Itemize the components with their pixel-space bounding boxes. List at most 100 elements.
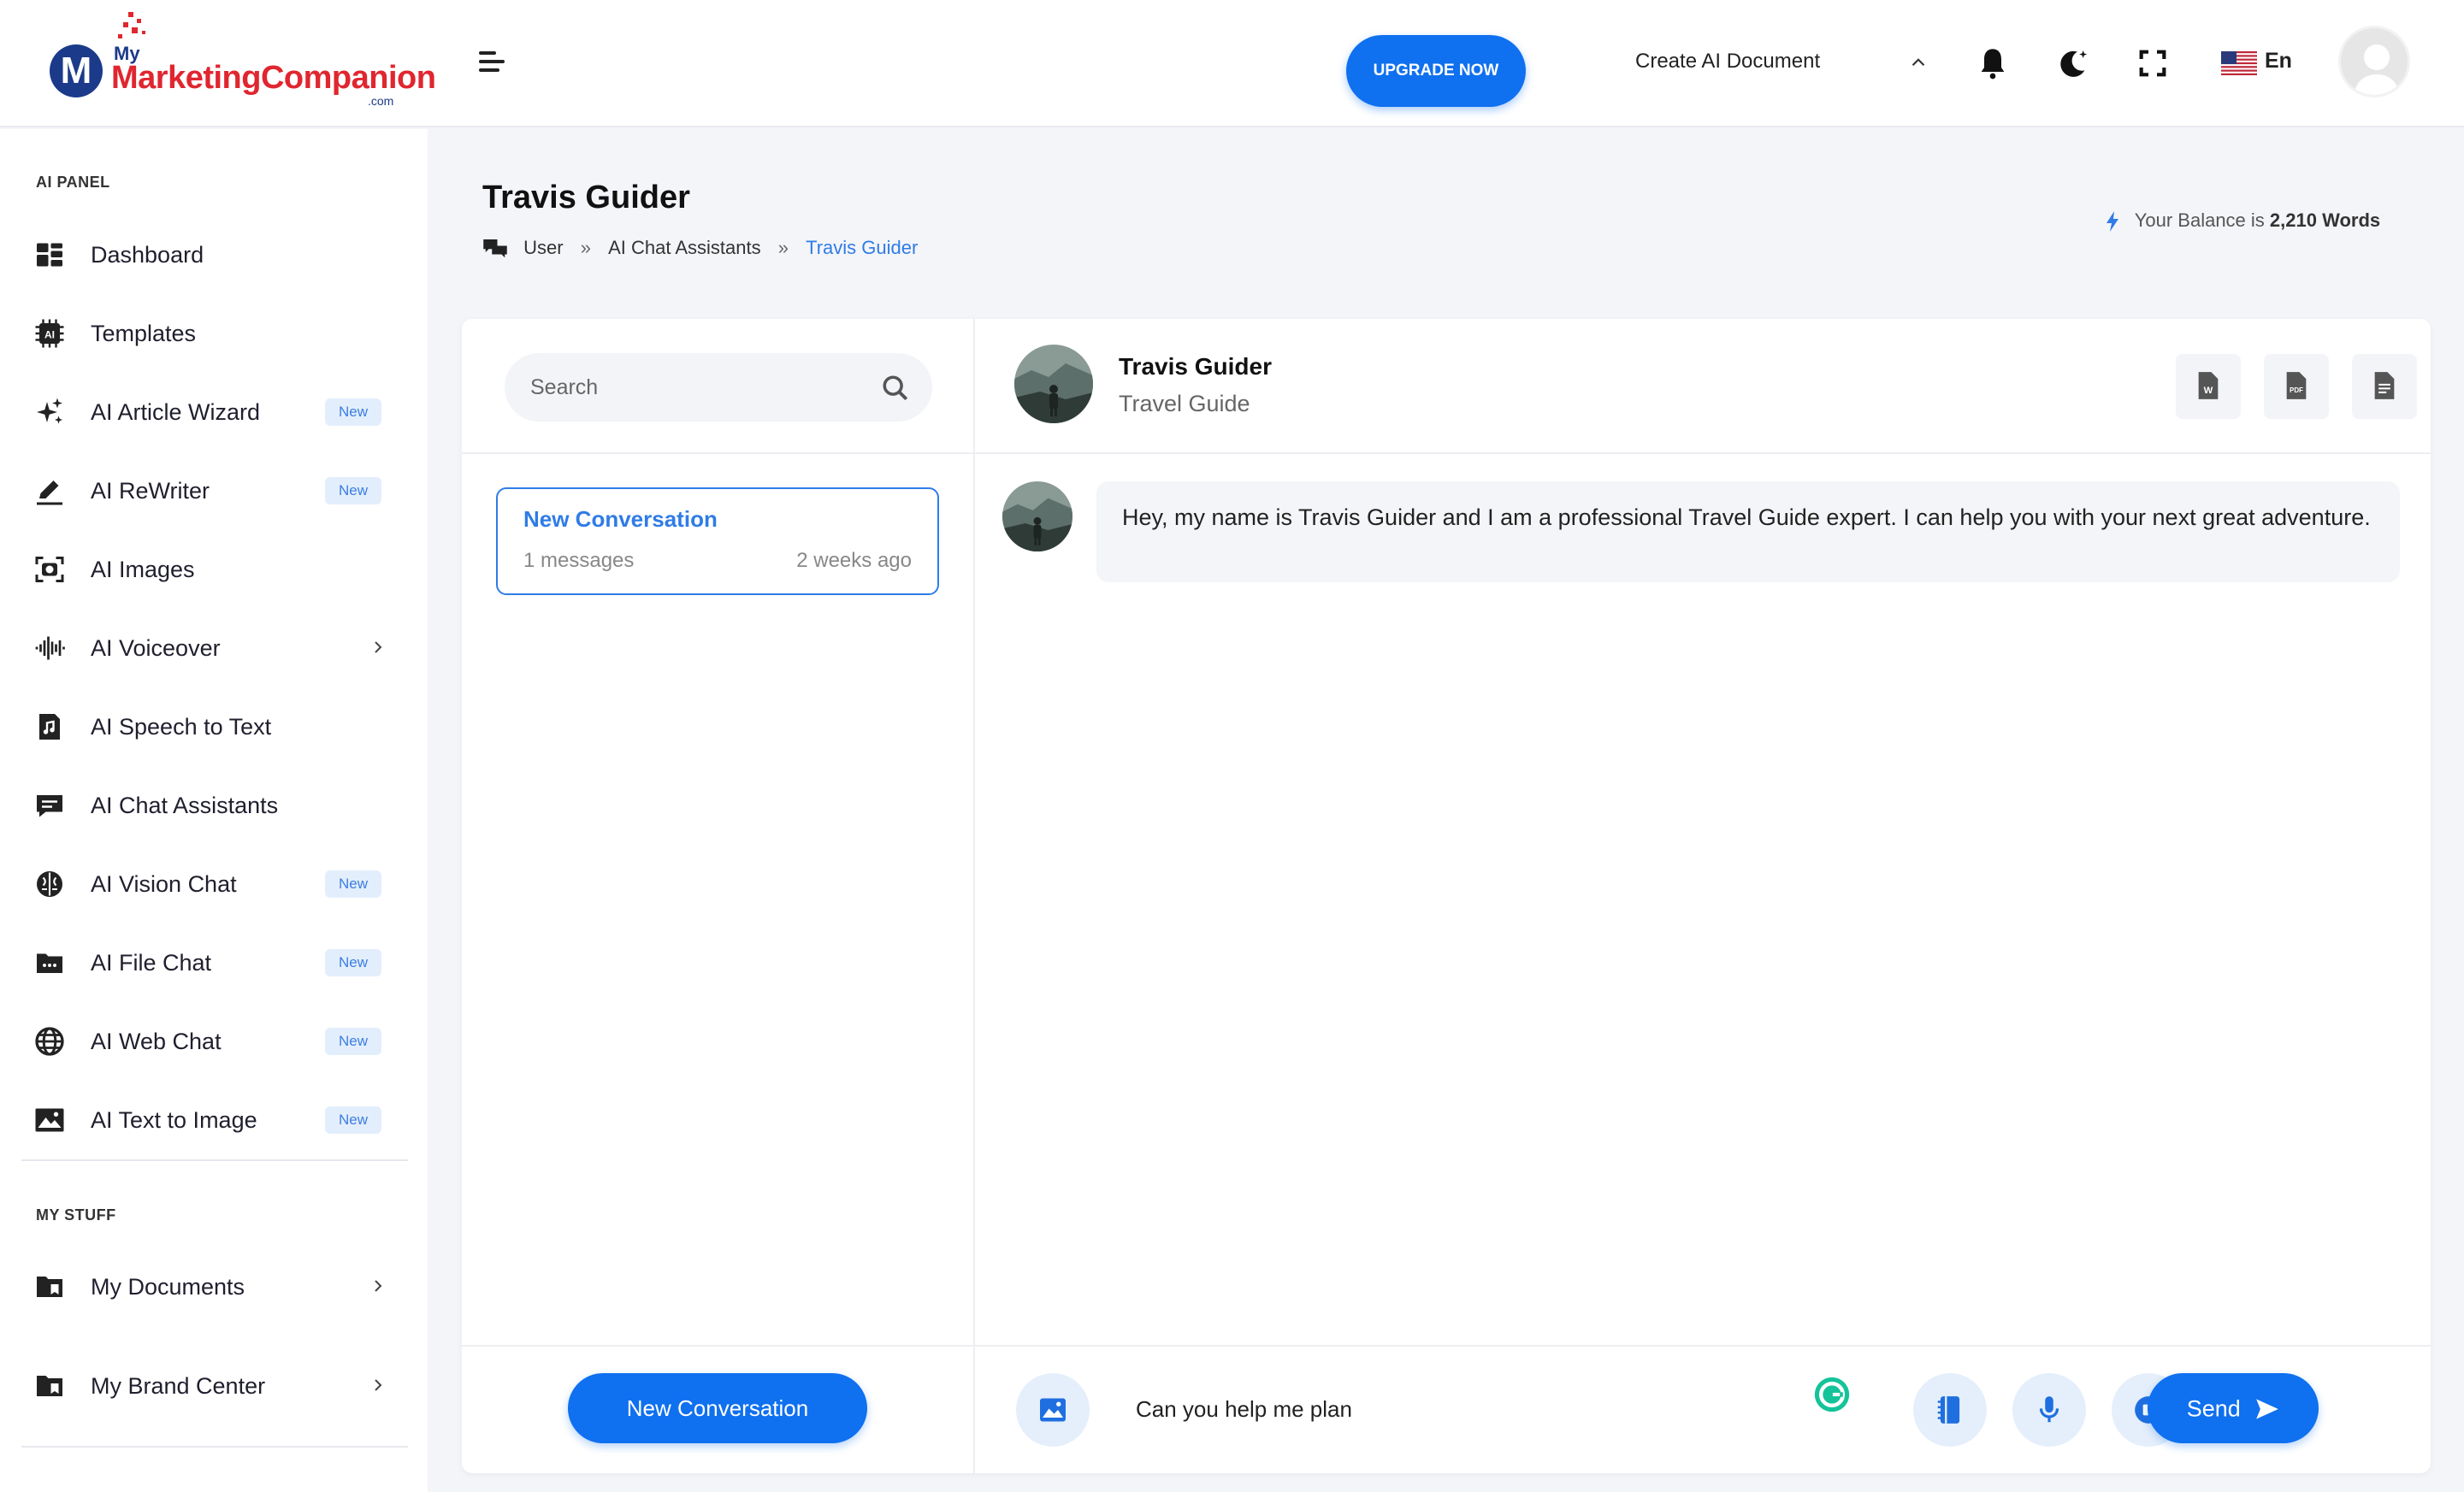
sidebar-item-ai-rewriter[interactable]: AI ReWriter New <box>0 461 428 521</box>
panel-divider <box>462 452 2431 454</box>
assistant-role: Travel Guide <box>1119 391 1250 416</box>
new-badge: New <box>325 1028 381 1055</box>
sidebar-item-ai-web-chat[interactable]: AI Web Chat New <box>0 1011 428 1071</box>
search-input[interactable] <box>530 353 872 422</box>
assistant-avatar <box>1014 345 1093 423</box>
sidebar-item-ai-vision-chat[interactable]: AI Vision Chat New <box>0 854 428 914</box>
user-avatar[interactable] <box>2338 26 2410 97</box>
message-avatar <box>1002 481 1072 551</box>
breadcrumb: User » AI Chat Assistants » Travis Guide… <box>482 236 918 262</box>
sidebar-item-label: AI File Chat <box>91 950 212 976</box>
logo-tld-text: .com <box>368 94 394 108</box>
sidebar-item-label: AI ReWriter <box>91 478 210 504</box>
sidebar: AI PANEL Dashboard AI Templates AI Artic… <box>0 129 428 1492</box>
sidebar-item-ai-article-wizard[interactable]: AI Article Wizard New <box>0 382 428 442</box>
chat-icon <box>37 795 62 817</box>
panel-divider <box>462 1345 2431 1347</box>
export-word-button[interactable]: W <box>2176 354 2241 419</box>
menu-toggle-icon[interactable] <box>479 51 506 77</box>
sidebar-item-label: My Documents <box>91 1274 245 1300</box>
sidebar-item-ai-file-chat[interactable]: AI File Chat New <box>0 933 428 993</box>
my-stuff-heading: MY STUFF <box>36 1206 116 1224</box>
search-icon[interactable] <box>881 374 910 403</box>
new-badge: New <box>325 1106 381 1134</box>
export-pdf-button[interactable]: PDF <box>2264 354 2329 419</box>
brand-logo[interactable]: M My MarketingCompanion .com <box>26 10 436 109</box>
svg-text:AI: AI <box>44 328 55 340</box>
grammarly-icon[interactable] <box>1813 1376 1851 1413</box>
send-button[interactable]: Send <box>2148 1373 2319 1443</box>
breadcrumb-separator: » <box>580 237 591 259</box>
templates-icon: AI <box>35 319 64 348</box>
lightning-icon <box>2107 211 2118 233</box>
chevron-right-icon <box>375 641 382 653</box>
fullscreen-icon[interactable] <box>2136 46 2170 80</box>
language-selector[interactable]: En <box>2265 49 2292 74</box>
sidebar-item-dashboard[interactable]: Dashboard <box>0 225 428 285</box>
image-icon <box>35 1108 64 1132</box>
sidebar-item-label: Templates <box>91 321 197 346</box>
conversation-list-item[interactable]: New Conversation 1 messages 2 weeks ago <box>496 487 939 595</box>
ai-panel-heading: AI PANEL <box>36 174 110 191</box>
create-ai-document-menu[interactable]: Create AI Document <box>1635 50 1820 74</box>
new-badge: New <box>325 870 381 898</box>
breadcrumb-user-link[interactable]: User <box>523 237 563 259</box>
logo-brand-text: MarketingCompanion <box>111 60 436 96</box>
dark-mode-moon-icon[interactable] <box>2056 46 2090 80</box>
sidebar-item-my-brand-center[interactable]: My Brand Center <box>0 1356 428 1416</box>
sidebar-item-label: Dashboard <box>91 242 204 268</box>
chat-panel: New Conversation 1 messages 2 weeks ago … <box>462 319 2431 1473</box>
chevron-right-icon <box>375 1379 382 1391</box>
bell-icon[interactable] <box>1976 46 2010 80</box>
sidebar-item-ai-images[interactable]: AI Images <box>0 540 428 599</box>
new-badge: New <box>325 398 381 426</box>
voice-input-button[interactable] <box>2012 1373 2086 1447</box>
chevron-up-icon[interactable] <box>1907 51 1929 74</box>
sidebar-item-label: AI Voiceover <box>91 635 221 661</box>
traveler-photo <box>1002 481 1072 551</box>
new-conversation-button[interactable]: New Conversation <box>568 1373 867 1443</box>
send-button-label: Send <box>2186 1395 2241 1422</box>
conversation-message-count: 1 messages <box>523 549 635 572</box>
conversation-search <box>505 353 932 422</box>
prompt-library-button[interactable] <box>1913 1373 1987 1447</box>
traveler-photo <box>1014 345 1093 423</box>
new-badge: New <box>325 949 381 976</box>
music-file-icon <box>39 714 60 740</box>
sidebar-item-ai-chat-assistants[interactable]: AI Chat Assistants <box>0 775 428 835</box>
chevron-right-icon <box>375 1280 382 1292</box>
breadcrumb-current: Travis Guider <box>806 237 919 259</box>
dashboard-icon <box>37 243 62 267</box>
sidebar-item-ai-voiceover[interactable]: AI Voiceover <box>0 618 428 678</box>
pdf-file-icon: PDF <box>2286 372 2307 399</box>
sidebar-divider <box>21 1159 408 1161</box>
sidebar-item-templates[interactable]: AI Templates <box>0 304 428 363</box>
brand-folder-icon <box>37 1376 62 1396</box>
image-upload-icon <box>1040 1398 1066 1422</box>
assistant-name: Travis Guider <box>1119 353 1272 380</box>
sidebar-divider <box>21 1446 408 1448</box>
us-flag-icon[interactable] <box>2221 51 2257 75</box>
pen-icon <box>37 481 62 505</box>
microphone-icon <box>2039 1396 2059 1423</box>
export-text-button[interactable] <box>2352 354 2417 419</box>
brain-icon <box>37 871 62 897</box>
waveform-icon <box>35 636 65 660</box>
sidebar-item-ai-speech-to-text[interactable]: AI Speech to Text <box>0 697 428 757</box>
documents-folder-icon <box>37 1277 62 1297</box>
message-input[interactable] <box>1136 1379 1803 1439</box>
sidebar-item-label: AI Chat Assistants <box>91 793 279 818</box>
page-title: Travis Guider <box>482 180 690 215</box>
upgrade-now-button[interactable]: UPGRADE NOW <box>1346 35 1526 107</box>
sidebar-item-label: My Brand Center <box>91 1373 266 1399</box>
text-file-icon <box>2374 372 2395 399</box>
svg-text:PDF: PDF <box>2290 386 2303 394</box>
sidebar-item-label: AI Vision Chat <box>91 871 237 897</box>
sidebar-item-label: AI Images <box>91 557 195 582</box>
camera-icon <box>35 557 64 582</box>
balance-value: 2,210 Words <box>2269 209 2381 231</box>
sidebar-item-my-documents[interactable]: My Documents <box>0 1257 428 1317</box>
sidebar-item-ai-text-to-image[interactable]: AI Text to Image New <box>0 1090 428 1150</box>
breadcrumb-chat-assistants-link[interactable]: AI Chat Assistants <box>608 237 761 259</box>
image-upload-button[interactable] <box>1016 1373 1090 1447</box>
